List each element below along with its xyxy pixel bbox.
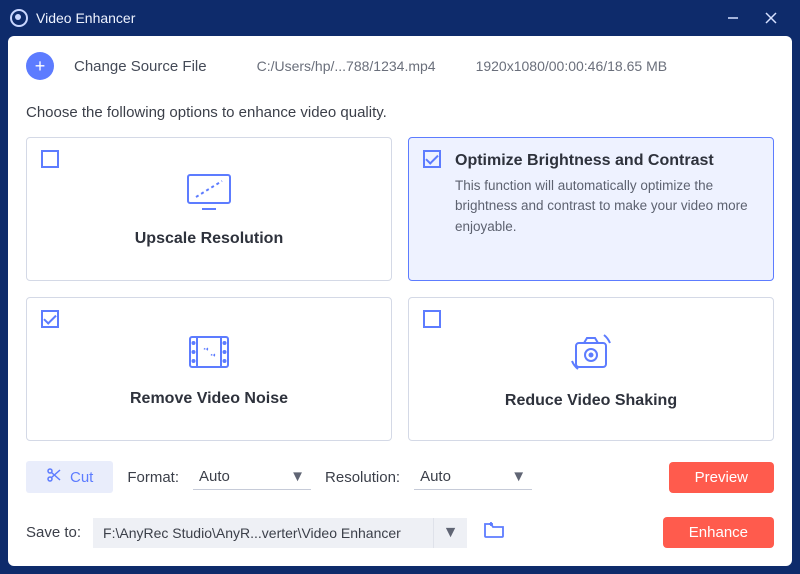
option-upscale-title: Upscale Resolution [135, 230, 283, 248]
option-optimize-checkbox[interactable] [423, 150, 441, 168]
save-path-box: ▼ [93, 518, 467, 548]
camera-icon [564, 329, 618, 380]
save-row: Save to: ▼ Enhance [26, 493, 774, 548]
option-upscale-checkbox[interactable] [41, 150, 59, 168]
source-row: + Change Source File C:/Users/hp/...788/… [26, 50, 774, 94]
cut-button[interactable]: Cut [26, 461, 113, 493]
option-optimize-desc: This function will automatically optimiz… [455, 176, 757, 237]
option-deshake-checkbox[interactable] [423, 310, 441, 328]
save-path-dropdown[interactable]: ▼ [433, 518, 467, 548]
option-denoise-title: Remove Video Noise [130, 390, 288, 408]
controls-row: Cut Format: Auto ▼ Resolution: Auto ▼ Pr… [26, 441, 774, 493]
source-path: C:/Users/hp/...788/1234.mp4 [257, 58, 436, 74]
option-deshake[interactable]: Reduce Video Shaking [408, 297, 774, 441]
close-button[interactable] [752, 0, 790, 36]
format-label: Format: [127, 469, 179, 486]
app-title: Video Enhancer [36, 10, 135, 26]
monitor-icon [182, 171, 236, 218]
open-folder-button[interactable] [479, 517, 509, 548]
scissors-icon [46, 467, 62, 487]
resolution-label: Resolution: [325, 469, 400, 486]
source-metadata: 1920x1080/00:00:46/18.65 MB [476, 58, 668, 74]
folder-icon [483, 521, 505, 539]
enhance-button[interactable]: Enhance [663, 517, 774, 548]
option-denoise[interactable]: Remove Video Noise [26, 297, 392, 441]
chevron-down-icon: ▼ [443, 524, 459, 542]
resolution-select[interactable]: Auto ▼ [414, 464, 532, 490]
option-deshake-title: Reduce Video Shaking [505, 392, 677, 410]
add-file-button[interactable]: + [26, 52, 54, 80]
minimize-button[interactable] [714, 0, 752, 36]
format-select[interactable]: Auto ▼ [193, 464, 311, 490]
save-path-input[interactable] [93, 518, 433, 548]
app-window: Video Enhancer + Change Source File C:/U… [0, 0, 800, 574]
option-upscale[interactable]: Upscale Resolution [26, 137, 392, 281]
main-panel: + Change Source File C:/Users/hp/...788/… [8, 36, 792, 566]
film-icon [182, 331, 236, 378]
save-to-label: Save to: [26, 524, 81, 541]
option-optimize-title: Optimize Brightness and Contrast [455, 152, 714, 170]
option-optimize[interactable]: Optimize Brightness and Contrast This fu… [408, 137, 774, 281]
chevron-down-icon: ▼ [290, 468, 305, 485]
format-value: Auto [199, 468, 230, 485]
cut-label: Cut [70, 469, 93, 486]
option-denoise-checkbox[interactable] [41, 310, 59, 328]
chevron-down-icon: ▼ [511, 468, 526, 485]
change-source-link[interactable]: Change Source File [74, 58, 207, 75]
app-icon [10, 9, 28, 27]
plus-icon: + [35, 56, 46, 77]
preview-button[interactable]: Preview [669, 462, 774, 493]
instruction-text: Choose the following options to enhance … [26, 94, 774, 137]
options-grid: Upscale Resolution Optimize Brightness a… [26, 137, 774, 441]
resolution-value: Auto [420, 468, 451, 485]
titlebar: Video Enhancer [0, 0, 800, 36]
